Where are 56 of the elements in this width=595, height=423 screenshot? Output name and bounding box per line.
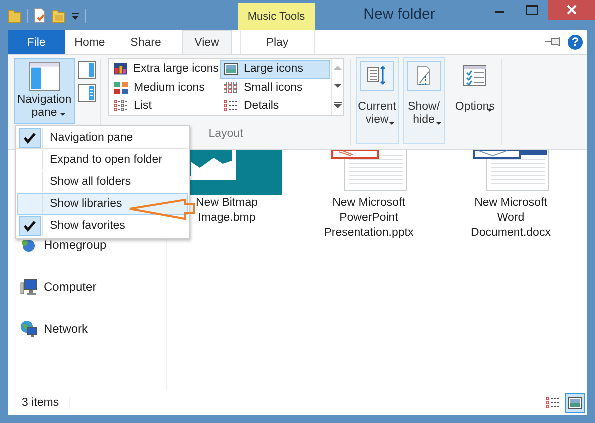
ribbon-tab[interactable]: Play [240,30,315,54]
view-mode-icon [224,63,238,76]
item-count: 3 items [22,397,70,409]
ribbon-tab[interactable]: View [182,30,232,54]
file-name[interactable]: New Microsoft Word Document.docx [471,196,551,241]
view-mode-icon [114,82,128,94]
layout-option[interactable]: Large icons [220,60,330,78]
view-ribbon-button[interactable]: Options [449,57,501,144]
group-label: Layout [208,128,244,140]
large-icons-view-button[interactable] [565,393,585,413]
navigation-pane-icon [28,62,60,91]
annotation-arrow [129,198,196,221]
help-button[interactable]: ? [568,34,583,50]
expand-gallery-icon[interactable] [334,102,342,109]
maximize-icon [526,5,538,15]
window-title: New folder [364,6,436,23]
view-mode-icon [224,100,238,112]
layout-option[interactable]: Details [220,97,330,116]
menu-item[interactable]: Expand to open folder [17,149,188,171]
image-view-icon [568,397,582,409]
view-mode-icon [114,63,128,76]
file-name[interactable]: New Bitmap Image.bmp [196,196,258,226]
menu-item[interactable]: Navigation pane [17,127,188,149]
contextual-tab-header: Music Tools [238,3,315,30]
sidebar-item[interactable]: Homegroup [44,238,107,252]
close-icon [566,5,576,15]
details-view-icon [546,397,560,409]
view-ribbon-button[interactable]: Current view [356,57,399,144]
menu-item[interactable]: Show all folders [17,171,188,193]
globe-icon [20,320,38,338]
sidebar-item[interactable]: Computer [44,280,97,294]
scroll-down-icon[interactable] [334,83,342,90]
close-button[interactable] [548,0,595,20]
menu-item[interactable]: Show libraries [17,193,188,215]
menu-item[interactable]: Show favorites [17,215,188,237]
layout-option[interactable]: Extra large icons [110,60,220,78]
details-pane-icon[interactable] [78,84,96,102]
sidebar-item[interactable]: Network [44,322,88,336]
checklist-icon [463,64,488,88]
navigation-pane-button[interactable]: Navigation pane [14,58,75,124]
view-ribbon-button[interactable]: Show/ hide [402,57,446,144]
presentation-file-icon[interactable] [329,150,409,192]
preview-pane-icon[interactable] [78,61,96,79]
layout-option[interactable]: Small icons [220,78,330,97]
layout-option[interactable]: List [110,97,220,116]
layout-option[interactable]: Medium icons [110,78,220,97]
dropdown-caret-icon[interactable] [71,12,80,20]
ribbon-tab[interactable]: Share [115,30,177,54]
ribbon-tab[interactable]: File [8,30,65,54]
file-name[interactable]: New Microsoft PowerPoint Presentation.pptx [324,196,414,241]
computer-icon [20,278,38,296]
document-file-icon[interactable] [471,150,551,192]
ribbon-tab[interactable]: Home [65,30,115,54]
view-mode-icon [224,82,238,94]
view-mode-icon [114,100,128,112]
properties-icon[interactable] [33,8,47,24]
